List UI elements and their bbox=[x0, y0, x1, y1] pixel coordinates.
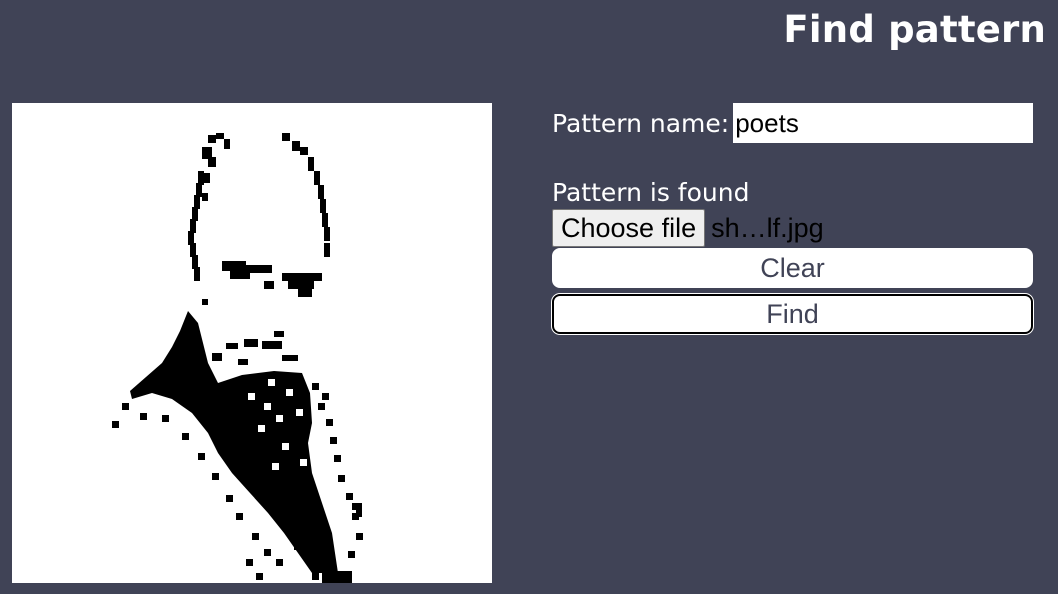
pattern-name-label: Pattern name: bbox=[552, 108, 730, 138]
status-text: Pattern is found bbox=[552, 178, 750, 207]
pattern-pixels bbox=[112, 133, 363, 583]
clear-button[interactable]: Clear bbox=[552, 248, 1033, 288]
file-input[interactable]: Choose file sh…lf.jpg bbox=[552, 209, 1033, 247]
pattern-canvas[interactable] bbox=[12, 103, 492, 583]
file-name: sh…lf.jpg bbox=[711, 212, 824, 243]
pattern-image bbox=[112, 133, 363, 583]
pattern-name-row: Pattern name: bbox=[552, 103, 1034, 143]
find-button[interactable]: Find bbox=[552, 294, 1033, 334]
page-title: Find pattern bbox=[783, 8, 1046, 51]
pattern-name-input[interactable] bbox=[733, 103, 1034, 143]
choose-file-button[interactable]: Choose file bbox=[552, 209, 706, 247]
page: Find pattern Pattern name: Pattern is fo… bbox=[0, 0, 1058, 594]
pattern-form: Pattern name: Pattern is found Choose fi… bbox=[552, 103, 1034, 334]
